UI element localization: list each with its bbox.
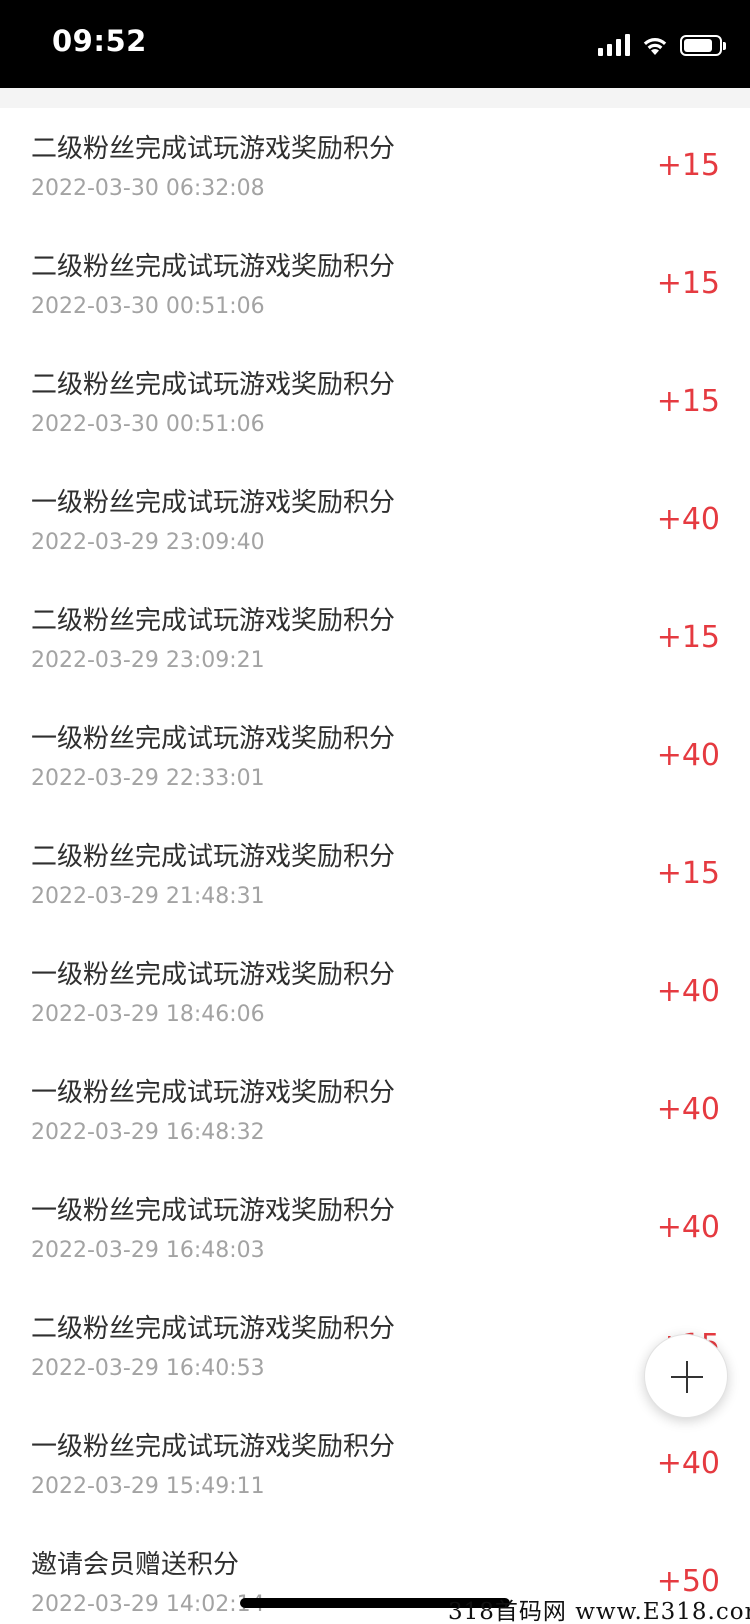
- record-points: +15: [656, 266, 720, 301]
- points-record-row[interactable]: 一级粉丝完成试玩游戏奖励积分 2022-03-29 16:48:32 +40: [0, 1052, 750, 1170]
- record-points: +40: [656, 502, 720, 537]
- record-timestamp: 2022-03-30 00:51:06: [31, 294, 265, 319]
- battery-icon: [680, 34, 726, 56]
- points-record-row[interactable]: 二级粉丝完成试玩游戏奖励积分 2022-03-30 00:51:06 +15: [0, 226, 750, 344]
- record-title: 邀请会员赠送积分: [31, 1550, 240, 1580]
- add-button[interactable]: [644, 1334, 728, 1418]
- status-bar: 09:52: [0, 0, 750, 88]
- record-timestamp: 2022-03-29 16:40:53: [31, 1356, 265, 1381]
- header-divider: [0, 88, 750, 108]
- watermark: 318首码网 www.E318.com: [448, 1599, 750, 1624]
- record-title: 二级粉丝完成试玩游戏奖励积分: [31, 842, 396, 872]
- record-timestamp: 2022-03-29 14:02:14: [31, 1592, 265, 1617]
- record-title: 一级粉丝完成试玩游戏奖励积分: [31, 1196, 396, 1226]
- record-timestamp: 2022-03-29 21:48:31: [31, 884, 265, 909]
- points-record-row[interactable]: 二级粉丝完成试玩游戏奖励积分 2022-03-30 00:51:06 +15: [0, 344, 750, 462]
- record-points: +15: [656, 148, 720, 183]
- record-points: +15: [656, 856, 720, 891]
- status-time: 09:52: [52, 24, 147, 58]
- record-title: 一级粉丝完成试玩游戏奖励积分: [31, 724, 396, 754]
- battery-level: [684, 38, 712, 52]
- record-title: 一级粉丝完成试玩游戏奖励积分: [31, 1078, 396, 1108]
- record-title: 二级粉丝完成试玩游戏奖励积分: [31, 1314, 396, 1344]
- points-record-row[interactable]: 二级粉丝完成试玩游戏奖励积分 2022-03-29 16:40:53 +15: [0, 1288, 750, 1406]
- points-record-row[interactable]: 二级粉丝完成试玩游戏奖励积分 2022-03-30 06:32:08 +15: [0, 108, 750, 226]
- points-record-row[interactable]: 一级粉丝完成试玩游戏奖励积分 2022-03-29 16:48:03 +40: [0, 1170, 750, 1288]
- points-record-row[interactable]: 一级粉丝完成试玩游戏奖励积分 2022-03-29 22:33:01 +40: [0, 698, 750, 816]
- points-record-row[interactable]: 一级粉丝完成试玩游戏奖励积分 2022-03-29 18:46:06 +40: [0, 934, 750, 1052]
- status-icons: [598, 32, 726, 58]
- points-history-screen: 09:52 二级粉丝完成试玩游戏奖励积分 2022-03-30 06:32:08: [0, 0, 750, 1624]
- record-points: +15: [656, 384, 720, 419]
- record-timestamp: 2022-03-29 22:33:01: [31, 766, 265, 791]
- record-timestamp: 2022-03-29 16:48:32: [31, 1120, 265, 1145]
- record-title: 一级粉丝完成试玩游戏奖励积分: [31, 488, 396, 518]
- record-title: 二级粉丝完成试玩游戏奖励积分: [31, 252, 396, 282]
- record-timestamp: 2022-03-29 15:49:11: [31, 1474, 265, 1499]
- points-record-list: 二级粉丝完成试玩游戏奖励积分 2022-03-30 06:32:08 +15 二…: [0, 108, 750, 1624]
- points-record-row[interactable]: 一级粉丝完成试玩游戏奖励积分 2022-03-29 23:09:40 +40: [0, 462, 750, 580]
- record-timestamp: 2022-03-29 23:09:40: [31, 530, 265, 555]
- points-record-row[interactable]: 一级粉丝完成试玩游戏奖励积分 2022-03-29 15:49:11 +40: [0, 1406, 750, 1524]
- record-title: 二级粉丝完成试玩游戏奖励积分: [31, 370, 396, 400]
- record-timestamp: 2022-03-29 18:46:06: [31, 1002, 265, 1027]
- record-points: +40: [656, 738, 720, 773]
- record-title: 一级粉丝完成试玩游戏奖励积分: [31, 1432, 396, 1462]
- plus-icon-vertical: [686, 1361, 688, 1393]
- record-points: +40: [656, 974, 720, 1009]
- record-timestamp: 2022-03-29 16:48:03: [31, 1238, 265, 1263]
- record-timestamp: 2022-03-29 23:09:21: [31, 648, 265, 673]
- record-timestamp: 2022-03-30 00:51:06: [31, 412, 265, 437]
- record-points: +15: [656, 620, 720, 655]
- record-points: +40: [656, 1446, 720, 1481]
- points-record-row[interactable]: 二级粉丝完成试玩游戏奖励积分 2022-03-29 21:48:31 +15: [0, 816, 750, 934]
- wifi-icon: [643, 38, 667, 55]
- points-record-row[interactable]: 二级粉丝完成试玩游戏奖励积分 2022-03-29 23:09:21 +15: [0, 580, 750, 698]
- record-title: 一级粉丝完成试玩游戏奖励积分: [31, 960, 396, 990]
- record-timestamp: 2022-03-30 06:32:08: [31, 176, 265, 201]
- record-points: +40: [656, 1210, 720, 1245]
- record-title: 二级粉丝完成试玩游戏奖励积分: [31, 606, 396, 636]
- record-points: +40: [656, 1092, 720, 1127]
- record-title: 二级粉丝完成试玩游戏奖励积分: [31, 134, 396, 164]
- signal-icon: [598, 34, 630, 56]
